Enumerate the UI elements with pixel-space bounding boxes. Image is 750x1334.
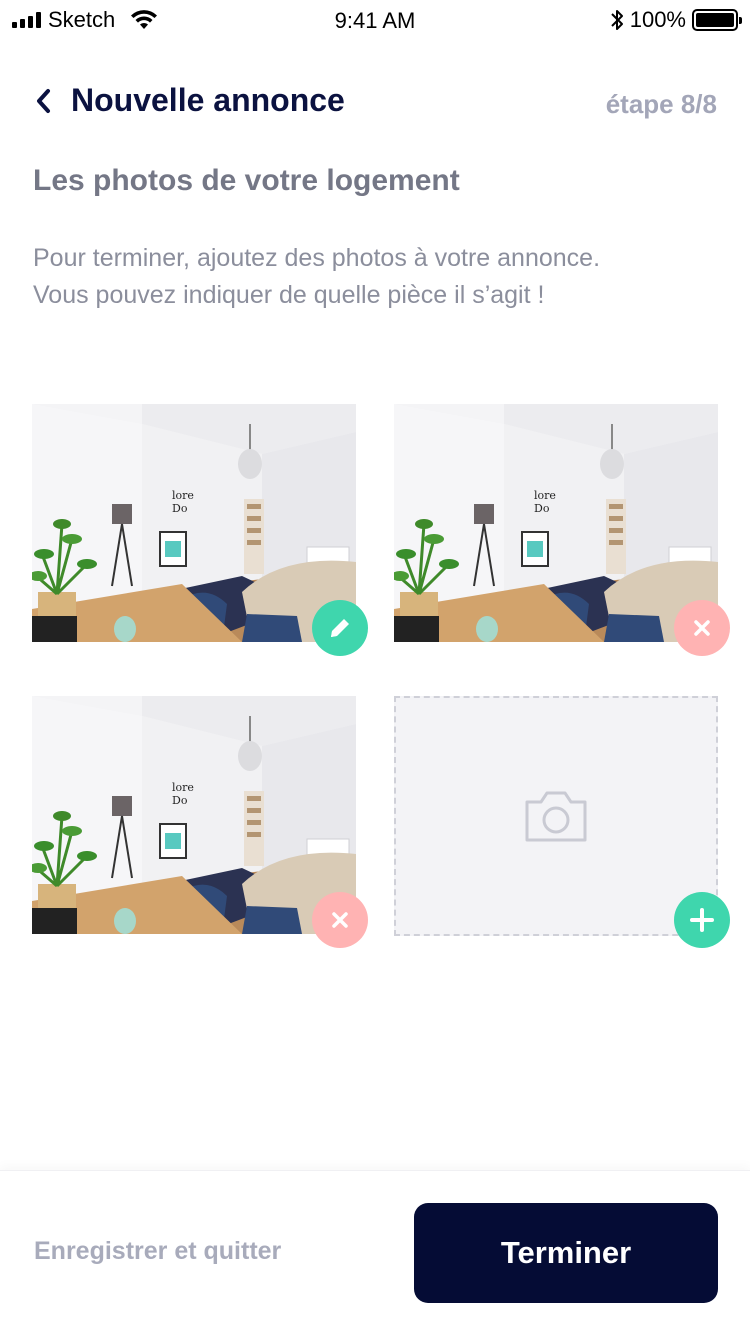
save-and-quit-link[interactable]: Enregistrer et quitter	[34, 1237, 281, 1266]
status-bar: Sketch 9:41 AM 100%	[0, 0, 750, 40]
add-photo-slot[interactable]	[394, 696, 718, 936]
remove-photo-button[interactable]	[674, 600, 730, 656]
room-photo: lore Do	[394, 404, 718, 642]
chevron-left-icon	[37, 89, 50, 113]
room-photo: lore Do	[32, 696, 356, 934]
room-photo: lore Do	[32, 404, 356, 642]
battery-percent: 100%	[629, 7, 686, 32]
svg-text:Do: Do	[534, 502, 550, 515]
pencil-icon	[331, 619, 349, 637]
step-indicator: étape 8/8	[605, 89, 717, 119]
close-icon	[694, 620, 710, 636]
photo-thumbnail-1[interactable]: lore Do	[32, 404, 356, 642]
svg-text:lore: lore	[172, 489, 194, 502]
svg-text:Do: Do	[172, 502, 188, 515]
add-photo-button[interactable]	[674, 892, 730, 948]
header: Nouvelle annonce étape 8/8	[0, 78, 750, 126]
description-line-2: Vous pouvez indiquer de quelle pièce il …	[33, 281, 545, 309]
status-right: 100%	[610, 7, 742, 32]
bluetooth-icon	[611, 10, 623, 30]
section-description: Pour terminer, ajoutez des photos à votr…	[33, 240, 723, 314]
svg-text:lore: lore	[172, 781, 194, 794]
edit-photo-button[interactable]	[312, 600, 368, 656]
page-title: Nouvelle annonce	[71, 82, 345, 118]
description-line-1: Pour terminer, ajoutez des photos à votr…	[33, 244, 601, 272]
svg-text:Do: Do	[172, 794, 188, 807]
camera-icon	[525, 791, 587, 842]
photo-thumbnail-2[interactable]: lore Do	[394, 404, 718, 642]
remove-photo-button[interactable]	[312, 892, 368, 948]
section-title: Les photos de votre logement	[33, 164, 460, 197]
battery-fill	[696, 13, 734, 27]
close-icon	[332, 912, 348, 928]
battery-icon	[692, 9, 742, 31]
back-button[interactable]	[30, 86, 56, 116]
photo-thumbnail-3[interactable]: lore Do	[32, 696, 356, 934]
plus-icon	[690, 908, 714, 932]
svg-text:lore: lore	[534, 489, 556, 502]
finish-button[interactable]: Terminer	[414, 1203, 718, 1303]
bottom-action-bar: Enregistrer et quitter Terminer	[0, 1170, 750, 1334]
